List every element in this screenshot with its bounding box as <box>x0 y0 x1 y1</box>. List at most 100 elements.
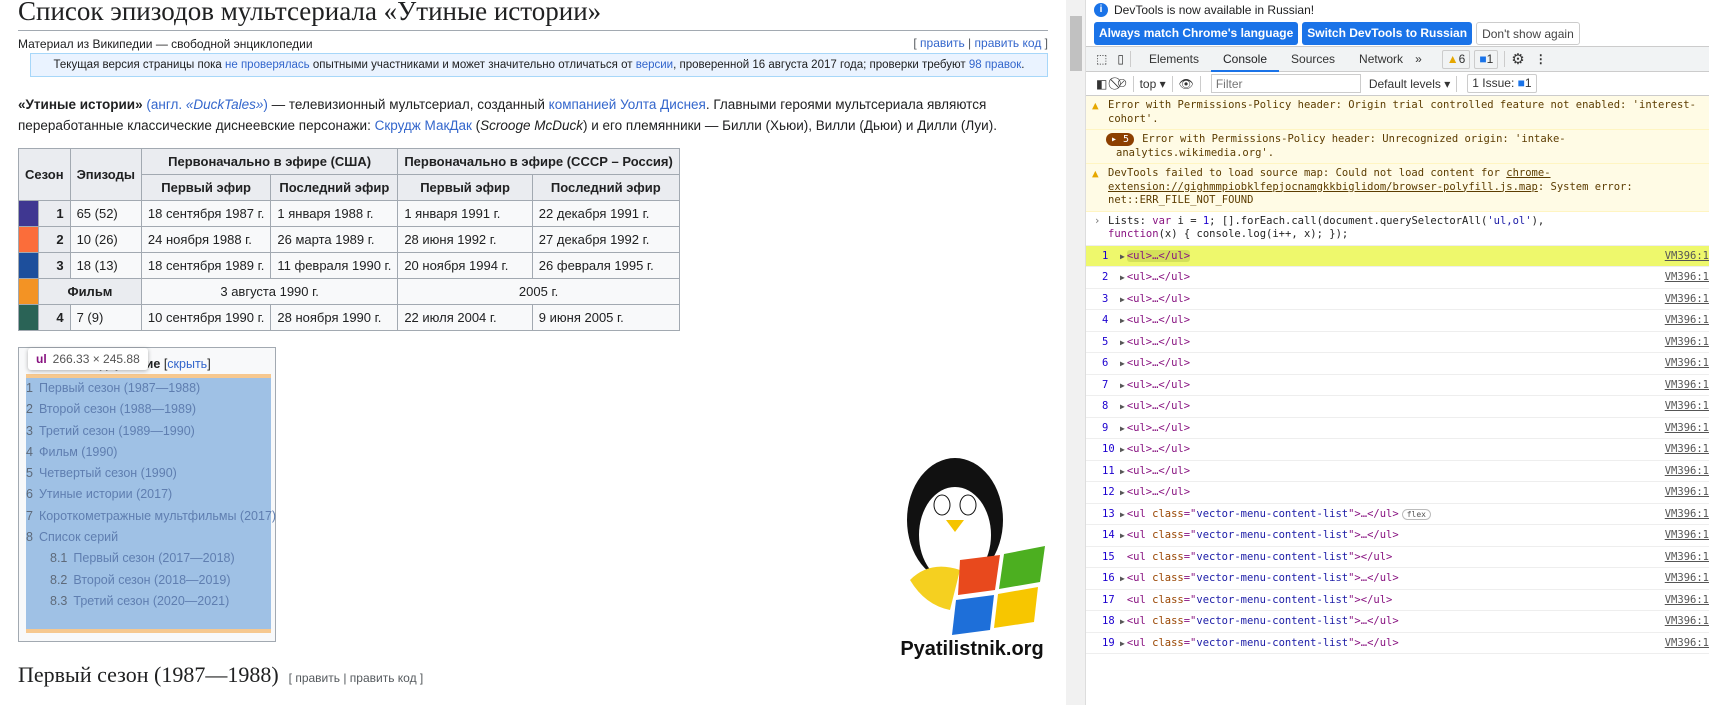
device-toolbar-icon[interactable]: ▯ <box>1117 52 1124 66</box>
not-checked-link[interactable]: не проверялась <box>225 59 310 71</box>
expand-triangle-icon[interactable]: ▶ <box>1120 338 1125 347</box>
source-link[interactable]: VM396:1 <box>1665 375 1709 396</box>
console-log-row[interactable]: 19 ▶ <ul class="vector-menu-content-list">… <box>1086 633 1709 654</box>
clear-console-icon[interactable]: ⃠⊘ <box>1117 76 1126 91</box>
toc-hide-link[interactable]: скрыть <box>167 357 207 371</box>
console-log-row[interactable]: 4 ▶ <ul>…</ul> VM396:1 <box>1086 310 1709 332</box>
expand-triangle-icon[interactable]: ▶ <box>1120 574 1125 583</box>
messages-badge[interactable]: ■1 <box>1474 49 1499 69</box>
console-log-row[interactable]: 14 ▶ <ul class="vector-menu-content-list">… <box>1086 525 1709 547</box>
console-log-row[interactable]: 10 ▶ <ul>…</ul> VM396:1 <box>1086 439 1709 461</box>
source-link[interactable]: VM396:1 <box>1665 289 1709 310</box>
toc-item[interactable]: 7 Короткометражные мультфильмы (2017) <box>26 506 276 527</box>
toc-item[interactable]: 8.1 Первый сезон (2017—2018) <box>26 548 271 569</box>
expand-triangle-icon[interactable]: ▶ <box>1120 381 1125 390</box>
console-log-row[interactable]: 7 ▶ <ul>…</ul> VM396:1 <box>1086 375 1709 396</box>
source-link[interactable]: VM396:1 <box>1665 504 1709 525</box>
toc-item[interactable]: 2 Второй сезон (1988—1989) <box>26 399 271 420</box>
source-link[interactable]: VM396:1 <box>1665 396 1709 417</box>
switch-to-russian-button[interactable]: Switch DevTools to Russian <box>1302 22 1473 45</box>
console-log-row[interactable]: 12 ▶ <ul>…</ul> VM396:1 <box>1086 482 1709 504</box>
toc-item[interactable]: 3 Третий сезон (1989—1990) <box>26 421 271 442</box>
always-match-language-button[interactable]: Always match Chrome's language <box>1094 22 1299 45</box>
toc-item[interactable]: 6 Утиные истории (2017) <box>26 484 271 505</box>
inspect-element-icon[interactable]: ⬚ <box>1096 52 1107 66</box>
source-link[interactable]: VM396:1 <box>1665 310 1709 331</box>
version-link[interactable]: версии <box>636 59 673 71</box>
console-log-row[interactable]: 6 ▶ <ul>…</ul> VM396:1 <box>1086 353 1709 375</box>
source-link[interactable]: VM396:1 <box>1665 267 1709 288</box>
toc-item[interactable]: 5 Четвертый сезон (1990) <box>26 463 271 484</box>
toc-item[interactable]: 8.3 Третий сезон (2020—2021) <box>26 591 271 612</box>
source-link[interactable]: VM396:1 <box>1665 418 1709 439</box>
console-log-row[interactable]: 13 ▶ <ul class="vector-menu-content-list">… <box>1086 504 1709 525</box>
toc-item[interactable]: 8.2 Второй сезон (2018—2019) <box>26 570 271 591</box>
source-link[interactable]: VM396:1 <box>1665 246 1709 267</box>
tab-sources[interactable]: Sources <box>1279 47 1347 72</box>
dont-show-again-button[interactable]: Don't show again <box>1476 22 1580 45</box>
more-tabs-icon[interactable]: » <box>1415 52 1422 66</box>
expand-triangle-icon[interactable]: ▶ <box>1120 402 1125 411</box>
console-log-row[interactable]: 9 ▶ <ul>…</ul> VM396:1 <box>1086 418 1709 439</box>
expand-triangle-icon[interactable]: ▶ <box>1120 488 1125 497</box>
console-log-row[interactable]: 18 ▶ <ul class="vector-menu-content-list">… <box>1086 611 1709 633</box>
sidebar-toggle-icon[interactable]: ◧ <box>1096 77 1107 91</box>
scrooge-link[interactable]: Скрудж МакДак <box>375 118 472 133</box>
console-log-row[interactable]: 8 ▶ <ul>…</ul> VM396:1 <box>1086 396 1709 418</box>
expand-triangle-icon[interactable]: ▶ <box>1120 510 1125 519</box>
live-expression-eye-icon[interactable]: 👁 <box>1179 77 1194 91</box>
console-log-row[interactable]: 3 ▶ <ul>…</ul> VM396:1 <box>1086 289 1709 310</box>
console-log-row[interactable]: 1 ▶ <ul>…</ul> VM396:1 <box>1086 245 1709 267</box>
gear-icon[interactable]: ⚙ <box>1511 50 1524 68</box>
context-selector[interactable]: top ▾ <box>1140 77 1166 91</box>
source-link[interactable]: VM396:1 <box>1665 482 1709 503</box>
expand-triangle-icon[interactable]: ▶ <box>1120 445 1125 454</box>
flex-badge[interactable]: flex <box>1401 508 1431 520</box>
console-log-row[interactable]: 11 ▶ <ul>…</ul> VM396:1 <box>1086 461 1709 482</box>
console-warning-group[interactable]: ▸ 5 Error with Permissions-Policy header:… <box>1086 130 1709 164</box>
source-link[interactable]: VM396:1 <box>1665 439 1709 460</box>
more-menu-icon[interactable]: ⋮ <box>1535 52 1547 66</box>
toc-item[interactable]: 4 Фильм (1990) <box>26 442 271 463</box>
edits-link[interactable]: 98 правок <box>969 59 1021 71</box>
source-link[interactable]: VM396:1 <box>1665 332 1709 353</box>
warnings-badge[interactable]: ▲6 <box>1441 49 1471 69</box>
disney-link[interactable]: компанией Уолта Диснея <box>549 97 706 112</box>
source-link[interactable]: VM396:1 <box>1665 568 1709 589</box>
console-filter-input[interactable] <box>1210 74 1361 93</box>
expand-triangle-icon[interactable]: ▶ <box>1120 273 1125 282</box>
page-scrollbar[interactable] <box>1066 0 1086 705</box>
expand-triangle-icon[interactable]: ▶ <box>1120 639 1125 648</box>
tab-network[interactable]: Network <box>1347 47 1415 72</box>
source-link[interactable]: VM396:1 <box>1665 611 1709 632</box>
expand-triangle-icon[interactable]: ▶ <box>1120 316 1125 325</box>
issues-button[interactable]: 1 Issue: ■1 <box>1467 74 1537 93</box>
source-link[interactable]: VM396:1 <box>1665 590 1709 611</box>
tab-console[interactable]: Console <box>1210 47 1280 72</box>
console-log-row[interactable]: 2 ▶ <ul>…</ul> VM396:1 <box>1086 267 1709 289</box>
edit-code-link[interactable]: править код <box>975 36 1042 50</box>
source-link[interactable]: VM396:1 <box>1665 633 1709 654</box>
expand-triangle-icon[interactable]: ▶ <box>1120 295 1125 304</box>
expand-triangle-icon[interactable]: ▶ <box>1120 252 1125 261</box>
source-link[interactable]: VM396:1 <box>1665 525 1709 546</box>
expand-triangle-icon[interactable]: ▶ <box>1120 467 1125 476</box>
scrollbar-thumb[interactable] <box>1070 16 1082 71</box>
source-link[interactable]: VM396:1 <box>1665 461 1709 482</box>
toc-item[interactable]: 8 Список серий <box>26 527 271 548</box>
console-log-row[interactable]: 5 ▶ <ul>…</ul> VM396:1 <box>1086 332 1709 353</box>
expand-triangle-icon[interactable]: ▶ <box>1120 617 1125 626</box>
source-link[interactable]: VM396:1 <box>1665 547 1709 568</box>
toc-item[interactable]: 1 Первый сезон (1987—1988) <box>26 378 271 399</box>
section-edit-links[interactable]: [ править | править код ] <box>289 671 424 685</box>
console-log-row[interactable]: 15▶<ul class="vector-menu-content-list">… <box>1086 547 1709 568</box>
expand-triangle-icon[interactable]: ▶ <box>1120 424 1125 433</box>
lang-link[interactable]: (англ. «DuckTales») <box>146 97 268 112</box>
edit-link[interactable]: править <box>920 36 965 50</box>
source-link[interactable]: VM396:1 <box>1665 353 1709 374</box>
log-levels-dropdown[interactable]: Default levels ▾ <box>1369 77 1450 91</box>
tab-elements[interactable]: Elements <box>1137 47 1211 72</box>
expand-triangle-icon[interactable]: ▶ <box>1120 531 1125 540</box>
console-log-row[interactable]: 17▶<ul class="vector-menu-content-list">… <box>1086 590 1709 611</box>
console-log-row[interactable]: 16 ▶ <ul class="vector-menu-content-list">… <box>1086 568 1709 590</box>
